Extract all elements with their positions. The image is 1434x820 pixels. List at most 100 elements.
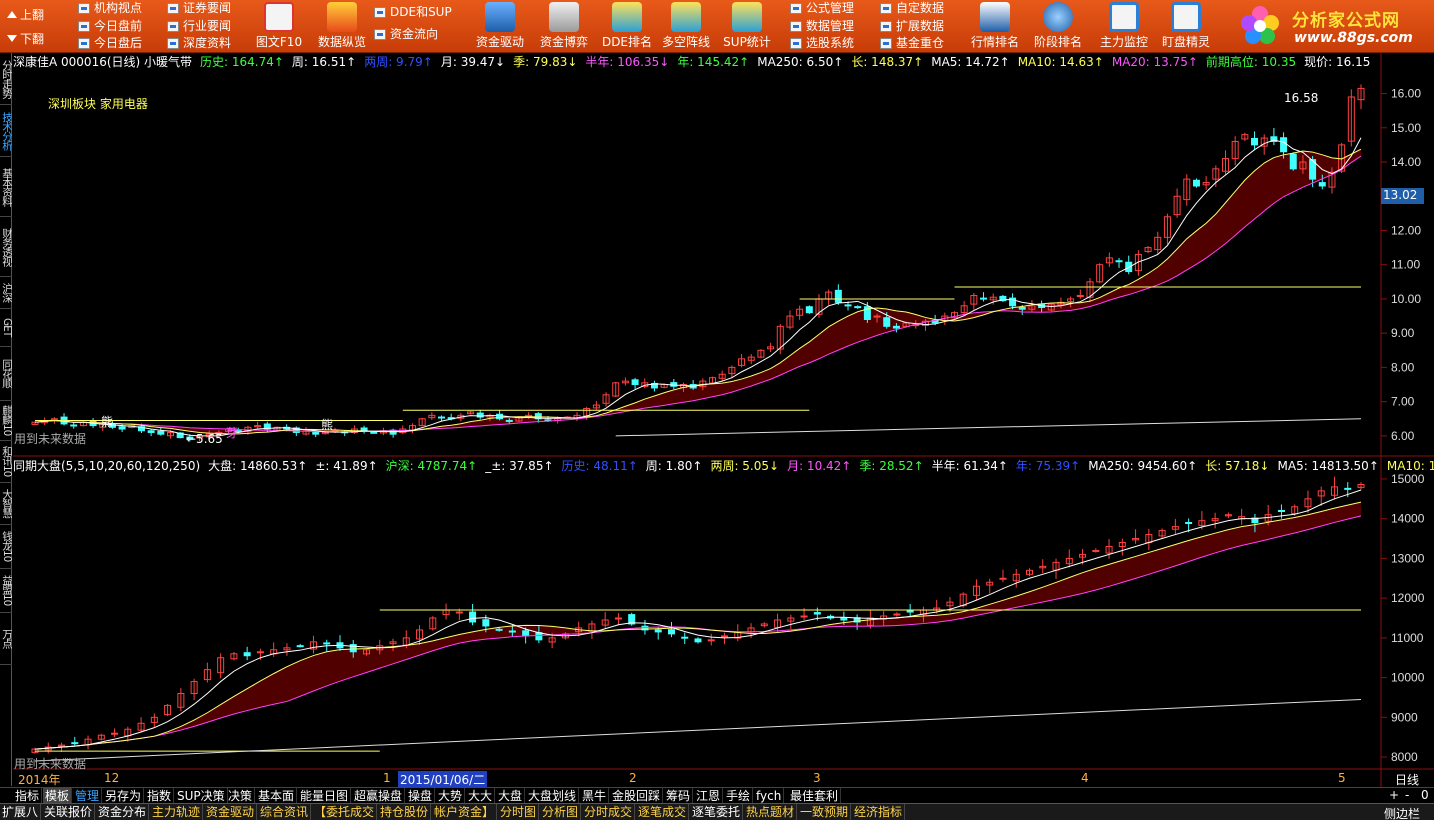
left-tab-3[interactable]: 财务透视	[0, 217, 12, 277]
f10-button[interactable]: 图文F10	[244, 0, 314, 53]
stock-candle-body	[892, 325, 900, 329]
indicator-tab[interactable]: 指数	[145, 788, 175, 804]
chart-area[interactable]: 16.0015.0014.0013.0012.0011.0010.009.008…	[13, 53, 1434, 787]
left-tab-12[interactable]: 万点	[0, 613, 12, 665]
toolbar-item[interactable]: 基金重仓	[878, 35, 944, 53]
status-tab[interactable]: 持仓股份	[378, 804, 432, 820]
sup-stats-button[interactable]: SUP统计	[712, 0, 782, 53]
toolbar-item[interactable]: 扩展数据	[878, 18, 944, 36]
status-tab[interactable]: 逐笔委托	[690, 804, 744, 820]
status-tab[interactable]: 【委托成交	[312, 804, 378, 820]
indicator-tab[interactable]: 超赢操盘	[352, 788, 406, 804]
status-tab[interactable]: 扩展八	[0, 804, 42, 820]
indicator-tab[interactable]: 另存为	[103, 788, 145, 804]
top-info-item: 现价: 16.15	[1304, 55, 1371, 69]
status-tab[interactable]: 分时成交	[582, 804, 636, 820]
toolbar-item[interactable]: 公式管理	[788, 0, 854, 18]
indicator-tab[interactable]: 基本面	[256, 788, 298, 804]
toolbar-item[interactable]: 选股系统	[788, 35, 854, 53]
stock-candle-body	[70, 424, 78, 427]
indicator-tab[interactable]: 决策	[226, 788, 256, 804]
indicator-tab[interactable]: 筹码	[664, 788, 694, 804]
indicator-tab[interactable]: 黑牛	[580, 788, 610, 804]
indicator-tab[interactable]: 操盘	[406, 788, 436, 804]
arrow-up-icon	[7, 11, 17, 18]
fund-game-button[interactable]: 资金博弈	[529, 0, 599, 53]
status-tab[interactable]: 一致预期	[798, 804, 852, 820]
status-tab[interactable]: 综合资讯	[258, 804, 312, 820]
stock-candle-body	[631, 379, 639, 386]
top-info-item: 周: 16.51↑	[291, 55, 357, 69]
zoom-in-button[interactable]: +	[1389, 788, 1399, 802]
sidebar-toggle[interactable]: 侧边栏	[1384, 805, 1420, 820]
date-tick: 2	[629, 771, 637, 785]
index-candle-body	[455, 611, 463, 614]
status-tab[interactable]: 热点题材	[744, 804, 798, 820]
left-tab-4[interactable]: 沪深	[0, 277, 12, 309]
left-tab-0[interactable]: 分时走势	[0, 53, 12, 105]
status-tab[interactable]: 资金分布	[96, 804, 150, 820]
page-up-button[interactable]: 上翻	[2, 3, 50, 27]
indicator-tab[interactable]: 能量日图	[298, 788, 352, 804]
toolbar-item[interactable]: 自定数据	[878, 0, 944, 18]
stock-axis-label: 11.00	[1391, 258, 1420, 272]
doc-icon	[374, 7, 386, 18]
toolbar-item[interactable]: 今日盘后	[76, 35, 142, 53]
status-tab[interactable]: 关联报价	[42, 804, 96, 820]
index-candle-body	[243, 652, 251, 657]
stage-rank-button[interactable]: 阶段排名	[1023, 0, 1093, 53]
data-overview-button[interactable]: 数据纵览	[307, 0, 377, 53]
watch-sprite-button[interactable]: 盯盘精灵	[1151, 0, 1221, 53]
zoom-reset-button[interactable]: 0	[1421, 788, 1429, 802]
status-tab[interactable]: 主力轨迹	[150, 804, 204, 820]
indicator-tab[interactable]: 金股回踩	[610, 788, 664, 804]
left-tab-11[interactable]: 益盟10	[0, 569, 12, 613]
toolbar-item[interactable]: 证券要闻	[165, 0, 231, 18]
main-monitor-button[interactable]: 主力监控	[1089, 0, 1159, 53]
long-short-button[interactable]: 多空阵线	[651, 0, 721, 53]
indicator-tab[interactable]: SUP决策	[175, 788, 228, 804]
left-tab-9[interactable]: 大智慧	[0, 483, 12, 525]
market-rank-button[interactable]: 行情排名	[960, 0, 1030, 53]
indicator-tab[interactable]: 指标	[13, 788, 43, 804]
indicator-tab[interactable]: 大盘划线	[526, 788, 580, 804]
status-tab[interactable]: 经济指标	[852, 804, 906, 820]
indicator-tab[interactable]: 最佳套利	[788, 788, 842, 804]
toolbar-item[interactable]: DDE和SUP	[372, 4, 452, 26]
left-tab-2[interactable]: 基本资料	[0, 157, 12, 217]
indicator-tab[interactable]: 模板	[43, 788, 73, 804]
stock-axis-label: 14.00	[1391, 155, 1421, 169]
status-tab[interactable]: 逐笔成交	[636, 804, 690, 820]
indicator-tab[interactable]: 手绘	[724, 788, 754, 804]
toolbar-item[interactable]: 深度资料	[165, 35, 231, 53]
indicator-tab[interactable]: 江恩	[694, 788, 724, 804]
left-tab-1[interactable]: 技术分析	[0, 105, 12, 157]
indicator-tab[interactable]: fych	[754, 788, 785, 804]
indicator-tab[interactable]: 管理	[73, 788, 103, 804]
stock-candle-body	[157, 430, 165, 435]
indicator-tab[interactable]: 大势	[436, 788, 466, 804]
status-tab[interactable]: 分时图	[498, 804, 540, 820]
toolbar-item[interactable]: 行业要闻	[165, 18, 231, 36]
toolbar-item[interactable]: 数据管理	[788, 18, 854, 36]
toolbar-item[interactable]: 今日盘前	[76, 18, 142, 36]
left-tab-10[interactable]: 钱龙10	[0, 525, 12, 569]
indicator-tab[interactable]: 大盘	[496, 788, 526, 804]
left-tab-8[interactable]: 和讯10	[0, 441, 12, 483]
left-tab-7[interactable]: 麒麟10	[0, 401, 12, 441]
status-tab[interactable]: 帐户资金】	[432, 804, 498, 820]
toolbar-col5: 自定数据 扩展数据 基金重仓	[878, 0, 944, 53]
period-label[interactable]: 日线	[1395, 771, 1419, 788]
left-tab-5[interactable]: GET	[0, 309, 12, 347]
page-down-button[interactable]: 下翻	[2, 27, 50, 51]
toolbar-item[interactable]: 资金流向	[372, 26, 452, 48]
date-tick: 4	[1081, 771, 1089, 785]
indicator-tab[interactable]: 大大	[466, 788, 496, 804]
toolbar-item[interactable]: 机构视点	[76, 0, 142, 18]
status-tab[interactable]: 分析图	[540, 804, 582, 820]
fund-drive-button[interactable]: 资金驱动	[465, 0, 535, 53]
status-tab[interactable]: 资金驱动	[204, 804, 258, 820]
left-tab-6[interactable]: 同花顺	[0, 347, 12, 401]
zoom-out-button[interactable]: -	[1405, 788, 1409, 802]
top-info-item: 长: 148.37↑	[851, 55, 924, 69]
